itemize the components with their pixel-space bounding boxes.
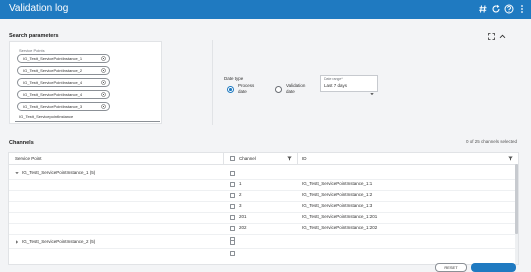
- service-point-chip[interactable]: IG_Testt_ServicePointInstance_4: [17, 78, 110, 87]
- row-checkbox[interactable]: [230, 204, 235, 209]
- more-vertical-icon[interactable]: [517, 4, 527, 14]
- chevron-right-icon[interactable]: [15, 240, 19, 244]
- chip-label: IG_Testt_ServicePointInstance_4: [23, 80, 83, 85]
- id-cell: IG_Testt_ServicePointInstance_1:202: [302, 225, 378, 230]
- channel-cell: 201: [239, 214, 247, 219]
- group-name: IG_Testt_ServicePointInstance_2 (5): [22, 239, 96, 244]
- refresh-icon[interactable]: [491, 4, 501, 14]
- table-row[interactable]: 202 IG_Testt_ServicePointInstance_1:202: [9, 223, 518, 234]
- row-checkbox[interactable]: [230, 251, 235, 256]
- caret-down-icon: [370, 83, 374, 95]
- channels-title: Channels: [9, 140, 34, 146]
- chip-label: IG_Testt_ServicePointInstance_1: [23, 56, 83, 61]
- service-point-search-input[interactable]: IG_Testt_ServicepointInstance: [19, 114, 73, 119]
- fullscreen-icon[interactable]: [488, 33, 495, 40]
- chip-label: IG_Testt_ServicePointInstance_3: [23, 104, 83, 109]
- group-row[interactable]: IG_Testt_ServicePointInstance_1 (5): [9, 168, 518, 179]
- select-all-checkbox[interactable]: [230, 156, 235, 161]
- row-checkbox[interactable]: [230, 215, 235, 220]
- table-row[interactable]: 1 IG_Testt_ServicePointInstance_1:1: [9, 179, 518, 190]
- id-cell: IG_Testt_ServicePointInstance_1:3: [302, 203, 373, 208]
- id-cell: IG_Testt_ServicePointInstance_1:2: [302, 192, 373, 197]
- table-row[interactable]: 2 IG_Testt_ServicePointInstance_1:2: [9, 190, 518, 201]
- close-circle-icon[interactable]: [101, 68, 106, 73]
- section-divider: [212, 40, 213, 125]
- input-underline: [15, 121, 160, 122]
- date-range-value: Last 7 days: [324, 83, 348, 88]
- service-point-chip[interactable]: IG_Testt_ServicePointInstance_3: [17, 102, 110, 111]
- column-header-channel[interactable]: Channel: [239, 156, 256, 162]
- collapse-icon[interactable]: [499, 33, 506, 40]
- app-header: Validation log: [0, 0, 531, 19]
- chip-label: IG_Testt_ServicePointInstance_4: [23, 92, 83, 97]
- table-row[interactable]: 201 IG_Testt_ServicePointInstance_1:201: [9, 212, 518, 223]
- date-range-caption: Date range*: [324, 77, 343, 81]
- column-header-id[interactable]: ID: [302, 156, 307, 162]
- filter-icon[interactable]: [508, 156, 513, 161]
- service-point-chip[interactable]: IG_Testt_ServicePointInstance_4: [17, 90, 110, 99]
- reset-button[interactable]: RESET: [435, 263, 467, 272]
- hash-icon[interactable]: [478, 4, 488, 14]
- id-cell: IG_Testt_ServicePointInstance_1:201: [302, 214, 378, 219]
- radio-process-date[interactable]: [227, 86, 234, 93]
- service-point-chip[interactable]: IG_Testt_ServicePointInstance_1: [17, 54, 110, 63]
- table-row[interactable]: 3 IG_Testt_ServicePointInstance_1:3: [9, 201, 518, 212]
- radio-validation-date[interactable]: [275, 86, 282, 93]
- row-checkbox[interactable]: [230, 240, 235, 245]
- row-checkbox[interactable]: [230, 193, 235, 198]
- filter-icon[interactable]: [287, 156, 292, 161]
- group-row[interactable]: IG_Testt_ServicePointInstance_2 (5): [9, 237, 518, 248]
- radio-validation-date-label[interactable]: Validation date: [286, 83, 310, 94]
- row-checkbox[interactable]: [230, 171, 235, 176]
- row-checkbox[interactable]: [230, 226, 235, 231]
- column-header-service-point[interactable]: Service Point: [15, 156, 42, 162]
- channels-table: Service Point Channel ID IG_Testt_Servic…: [8, 152, 519, 265]
- channel-cell: 1: [239, 181, 242, 186]
- close-circle-icon[interactable]: [101, 80, 106, 85]
- channels-selected-count: 0 of 25 channels selected: [465, 139, 517, 144]
- service-point-chip[interactable]: IG_Testt_ServicePointInstance_2: [17, 66, 110, 75]
- chevron-down-icon[interactable]: [15, 171, 19, 175]
- table-row-empty[interactable]: [9, 248, 518, 259]
- date-type-label: Date type: [224, 76, 244, 81]
- channel-cell: 2: [239, 192, 242, 197]
- chip-label: IG_Testt_ServicePointInstance_2: [23, 68, 83, 73]
- column-separator: [223, 153, 224, 165]
- radio-process-date-label[interactable]: Process date: [238, 83, 262, 94]
- channel-cell: 202: [239, 225, 247, 230]
- scrollbar-thumb[interactable]: [515, 164, 518, 234]
- channel-cell: 3: [239, 203, 242, 208]
- close-circle-icon[interactable]: [101, 104, 106, 109]
- table-scrollbar[interactable]: [515, 164, 518, 264]
- page-title: Validation log: [9, 3, 69, 14]
- primary-action-button[interactable]: [471, 263, 516, 272]
- service-points-label: Service Points: [19, 48, 45, 53]
- date-range-select[interactable]: Date range* Last 7 days: [320, 75, 378, 95]
- column-separator: [297, 153, 298, 165]
- help-icon[interactable]: [504, 4, 514, 14]
- group-name: IG_Testt_ServicePointInstance_1 (5): [22, 170, 96, 175]
- search-parameters-title: Search parameters: [9, 33, 59, 39]
- close-circle-icon[interactable]: [101, 56, 106, 61]
- row-checkbox[interactable]: [230, 182, 235, 187]
- table-header: Service Point Channel ID: [9, 153, 518, 165]
- close-circle-icon[interactable]: [101, 92, 106, 97]
- id-cell: IG_Testt_ServicePointInstance_1:1: [302, 181, 373, 186]
